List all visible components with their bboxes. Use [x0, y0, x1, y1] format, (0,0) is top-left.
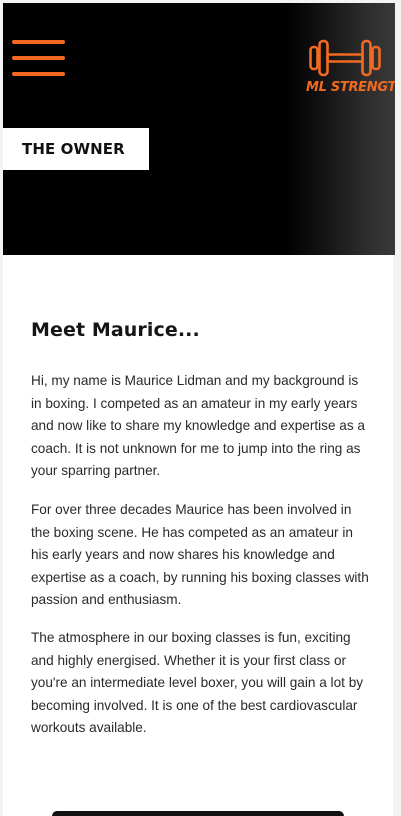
logo-text: ML STRENGTH: [306, 80, 395, 95]
hamburger-menu-icon[interactable]: [12, 40, 65, 80]
hero-banner: ML STRENGTH THE OWNER: [3, 3, 395, 255]
menu-line: [12, 40, 65, 44]
atmosphere-paragraph: The atmosphere in our boxing classes is …: [31, 630, 364, 736]
page-title-label: THE OWNER: [3, 128, 149, 170]
main-content: Meet Maurice... Hi, my name is Maurice L…: [3, 255, 393, 816]
background-paragraph: For over three decades Maurice has been …: [31, 502, 369, 608]
menu-line: [12, 56, 65, 60]
dumbbell-icon: [309, 39, 381, 77]
ml-strength-logo[interactable]: ML STRENGTH: [306, 38, 395, 102]
page: ML STRENGTH THE OWNER Meet Maurice... Hi…: [0, 0, 401, 816]
section-heading: Meet Maurice...: [31, 319, 200, 341]
menu-line: [12, 72, 65, 76]
bottom-bar[interactable]: [52, 811, 344, 816]
intro-paragraph: Hi, my name is Maurice Lidman and my bac…: [31, 373, 365, 479]
